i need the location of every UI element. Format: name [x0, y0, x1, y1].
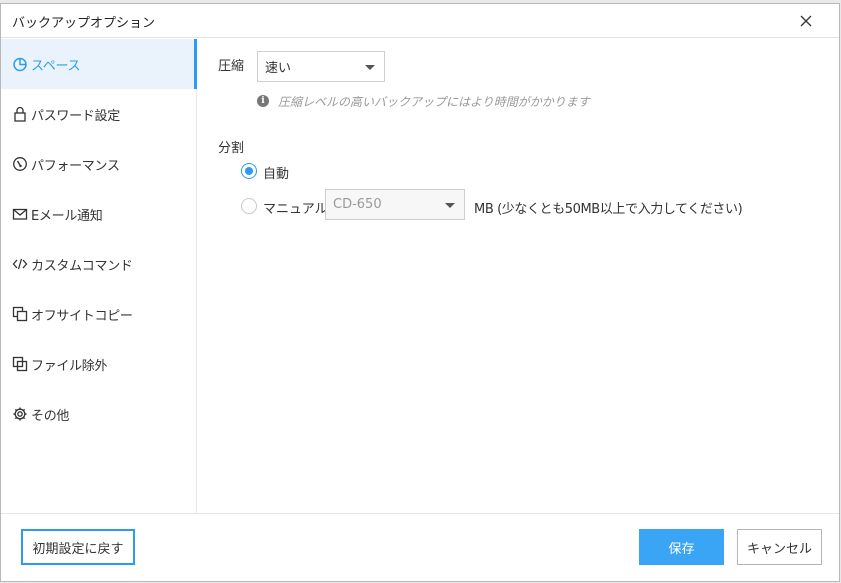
split-size-select[interactable]: CD-650: [325, 189, 465, 220]
chevron-down-icon: [445, 203, 455, 208]
dialog-title: バックアップオプション: [12, 16, 156, 31]
pie-chart-icon: [12, 56, 28, 72]
compression-select[interactable]: 速い: [257, 51, 385, 82]
compression-hint: 圧縮レベルの高いバックアップにはより時間がかかります: [278, 95, 590, 109]
sidebar-item-label: その他: [31, 408, 70, 424]
split-manual-label: マニュアル: [263, 202, 328, 217]
sidebar-item-email[interactable]: Eメール通知: [1, 189, 196, 239]
copy-icon: [12, 306, 28, 322]
sidebar-item-offsite-copy[interactable]: オフサイトコピー: [1, 289, 196, 339]
sidebar-item-other[interactable]: その他: [1, 389, 196, 439]
sidebar-item-custom-command[interactable]: カスタムコマンド: [1, 239, 196, 289]
sidebar-item-label: パフォーマンス: [31, 158, 120, 174]
split-auto-label: 自動: [263, 167, 290, 182]
close-icon: [800, 15, 812, 27]
split-size-value: CD-650: [333, 197, 382, 212]
close-button[interactable]: [795, 10, 817, 32]
space-settings-panel: 圧縮 速い i 圧縮レベルの高いバックアップにはより時間がかかります 分割 自動…: [198, 39, 839, 513]
backup-options-dialog: バックアップオプション スペース パスワード設定 パフォーマンス Eメール通知 …: [0, 3, 840, 582]
sidebar-item-file-exclusion[interactable]: ファイル除外: [1, 339, 196, 389]
gear-icon: [12, 406, 28, 422]
split-manual-radio[interactable]: [241, 198, 257, 214]
sidebar-item-label: パスワード設定: [31, 108, 120, 124]
split-label: 分割: [218, 141, 245, 156]
sidebar-item-label: ファイル除外: [31, 358, 108, 374]
split-auto-radio[interactable]: [241, 163, 257, 179]
reset-defaults-button[interactable]: 初期設定に戻す: [21, 529, 135, 565]
dialog-footer: 初期設定に戻す 保存 キャンセル: [1, 513, 839, 583]
sidebar-item-performance[interactable]: パフォーマンス: [1, 139, 196, 189]
sidebar-item-space[interactable]: スペース: [1, 39, 197, 89]
save-button[interactable]: 保存: [639, 529, 724, 565]
sidebar-item-password[interactable]: パスワード設定: [1, 89, 196, 139]
mail-icon: [12, 206, 28, 222]
info-icon: i: [257, 95, 269, 107]
compression-value: 速い: [265, 61, 292, 76]
split-size-note: MB (少なくとも50MB以上で入力してください): [474, 202, 743, 217]
chevron-down-icon: [365, 65, 375, 70]
gauge-icon: [12, 156, 28, 172]
lock-icon: [12, 106, 28, 122]
sidebar-item-label: カスタムコマンド: [31, 258, 133, 274]
sidebar-item-label: スペース: [31, 58, 81, 74]
exclude-icon: [12, 356, 28, 372]
sidebar-item-label: オフサイトコピー: [31, 308, 133, 324]
title-bar: バックアップオプション: [1, 4, 839, 38]
sidebar: スペース パスワード設定 パフォーマンス Eメール通知 カスタムコマンド オフサ…: [1, 39, 197, 513]
cancel-button[interactable]: キャンセル: [737, 529, 822, 565]
sidebar-item-label: Eメール通知: [31, 208, 103, 224]
compression-label: 圧縮: [218, 59, 245, 74]
code-icon: [12, 256, 28, 272]
